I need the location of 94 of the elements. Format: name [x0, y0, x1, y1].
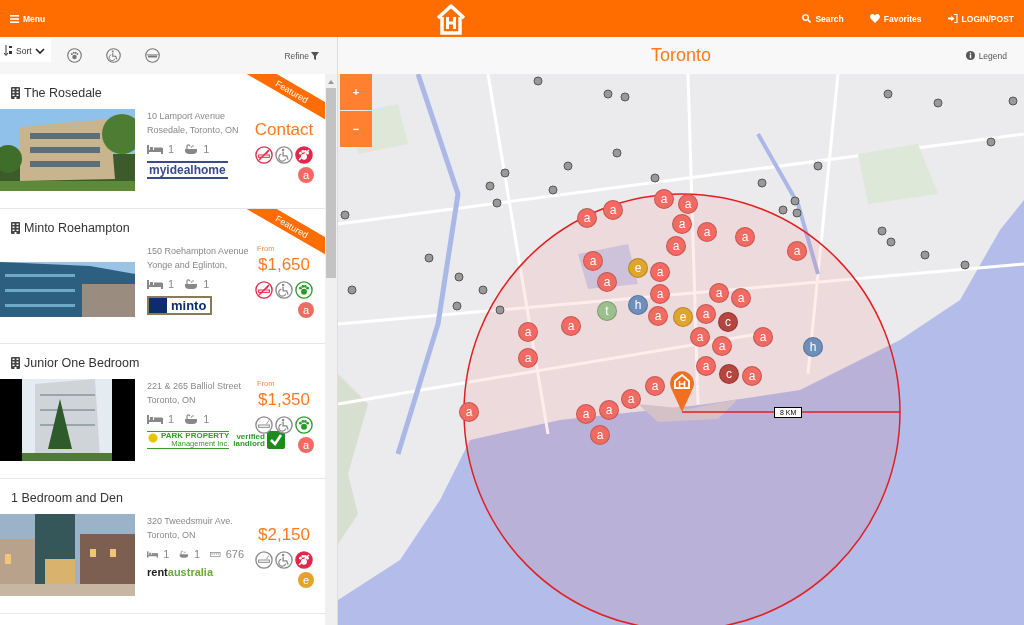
menu-button[interactable]: Menu	[10, 13, 46, 24]
filter-icon	[311, 51, 319, 60]
map-dot[interactable]	[790, 196, 800, 206]
pets-filter-icon[interactable]	[66, 48, 82, 63]
map-dot[interactable]	[612, 148, 622, 158]
address-text: 221 & 265 Balliol Street Toronto, ON	[147, 380, 243, 407]
map-dot[interactable]	[883, 89, 893, 99]
refine-button[interactable]: Refine	[278, 49, 325, 62]
bed-icon	[147, 414, 163, 424]
zoom-in-button[interactable]: +	[340, 74, 372, 110]
bathroom-count: 1	[203, 278, 210, 290]
map-dot[interactable]	[452, 301, 462, 311]
map-dot[interactable]	[495, 305, 505, 315]
bathtub-icon	[184, 413, 199, 425]
map-dot[interactable]	[548, 185, 558, 195]
map-dot[interactable]	[340, 210, 350, 220]
category-marker: a	[298, 437, 314, 453]
map-dot[interactable]	[933, 98, 943, 108]
category-marker: a	[298, 167, 314, 183]
map-dot[interactable]	[485, 181, 495, 191]
map-dot[interactable]	[792, 208, 802, 218]
bathroom-count: 1	[203, 143, 210, 155]
map-dot[interactable]	[1008, 96, 1018, 106]
map-dot[interactable]	[813, 161, 823, 171]
map-dot[interactable]	[650, 173, 660, 183]
map-dot[interactable]	[778, 205, 788, 215]
category-marker: a	[298, 302, 314, 318]
listing-title[interactable]: Minto Roehampton	[24, 221, 130, 235]
map-dot[interactable]	[500, 168, 510, 178]
heart-icon	[869, 14, 880, 23]
bathroom-count: 1	[203, 413, 210, 425]
map-dot[interactable]	[603, 89, 613, 99]
map-dot[interactable]	[424, 253, 434, 263]
area-value: 676	[225, 548, 244, 560]
info-icon	[965, 51, 975, 60]
logo-icon[interactable]	[435, 3, 467, 35]
company-logo: myidealhome	[147, 161, 228, 179]
ruler-icon	[210, 550, 221, 558]
map-dot[interactable]	[877, 226, 887, 236]
login-link[interactable]: LOGIN/POST	[947, 13, 1014, 24]
listing-title[interactable]: The Rosedale	[24, 86, 102, 100]
menu-icon	[10, 14, 19, 23]
sort-button[interactable]: Sort	[0, 39, 51, 62]
wheelchair-filter-icon[interactable]	[105, 48, 121, 63]
search-link[interactable]: Search	[802, 13, 844, 24]
bedroom-count: 1	[168, 413, 175, 425]
map-dot[interactable]	[347, 285, 357, 295]
chevron-down-icon	[34, 47, 45, 54]
map-dot[interactable]	[620, 92, 630, 102]
map-dot[interactable]	[757, 178, 767, 188]
bathtub-icon	[184, 143, 199, 155]
price-text: $1,350	[258, 390, 310, 410]
favorites-link[interactable]: Favorites	[869, 13, 922, 24]
bedroom-count: 1	[168, 143, 175, 155]
search-icon	[802, 14, 812, 23]
map-dot[interactable]	[533, 76, 543, 86]
listing-title[interactable]: Junior One Bedroom	[24, 356, 140, 370]
bed-icon	[147, 279, 163, 289]
sign-in-icon	[947, 14, 958, 23]
bedroom-count: 1	[163, 548, 170, 560]
price-text: Contact	[254, 120, 314, 140]
checkmark-icon	[266, 431, 285, 449]
map-dot[interactable]	[920, 250, 930, 260]
address-text: 150 Roehampton Avenue Yonge and Eglinton,	[147, 245, 249, 272]
bathroom-count: 1	[194, 548, 201, 560]
bed-icon	[147, 549, 159, 559]
price-text: $2,150	[258, 525, 310, 545]
bed-icon	[147, 144, 163, 154]
map-dot[interactable]	[563, 161, 573, 171]
listing-title[interactable]: 1 Bedroom and Den	[11, 491, 123, 505]
scrollbar-thumb[interactable]	[326, 88, 336, 278]
bedroom-count: 1	[168, 278, 175, 290]
company-logo: rentaustralia	[147, 566, 214, 578]
price-text: $1,650	[258, 255, 310, 275]
map-dot[interactable]	[478, 285, 488, 295]
map-dot[interactable]	[986, 137, 996, 147]
category-marker: e	[298, 572, 314, 588]
legend-button[interactable]: Legend	[959, 49, 1013, 62]
sort-icon	[4, 45, 13, 56]
bathtub-icon	[179, 548, 190, 560]
scrollbar[interactable]	[325, 74, 337, 625]
smoking-filter-icon[interactable]	[144, 48, 160, 63]
zoom-out-button[interactable]: −	[340, 111, 372, 147]
address-text: 10 Lamport Avenue Rosedale, Toronto, ON	[147, 110, 240, 137]
map-dot[interactable]	[960, 260, 970, 270]
map-dot[interactable]	[492, 198, 502, 208]
verified-landlord-label: verified landlord	[233, 432, 265, 448]
location-pin-icon[interactable]	[669, 368, 695, 412]
city-title: Toronto	[650, 45, 711, 66]
map-dot[interactable]	[454, 272, 464, 282]
map-dot[interactable]	[886, 237, 896, 247]
company-logo: minto	[147, 296, 213, 315]
address-text: 320 Tweedsmuir Ave. Toronto, ON	[147, 515, 234, 542]
bathtub-icon	[184, 278, 199, 290]
